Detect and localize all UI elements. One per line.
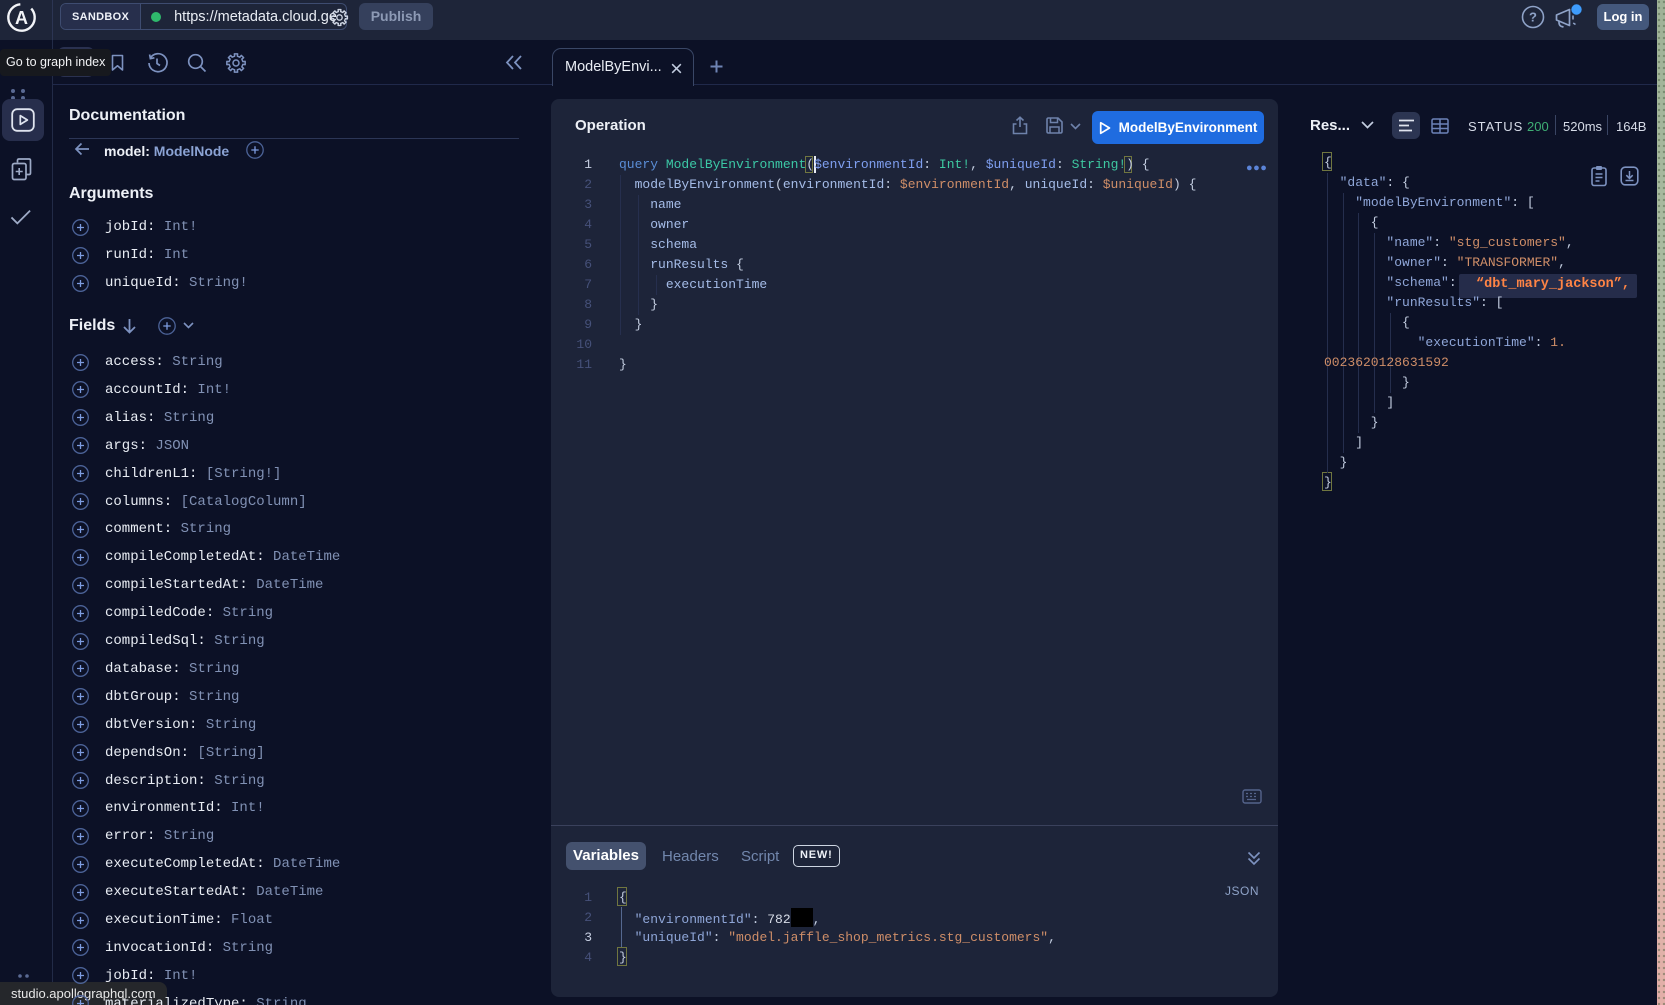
- svg-text:A: A: [15, 8, 28, 28]
- svg-text:?: ?: [1529, 10, 1537, 25]
